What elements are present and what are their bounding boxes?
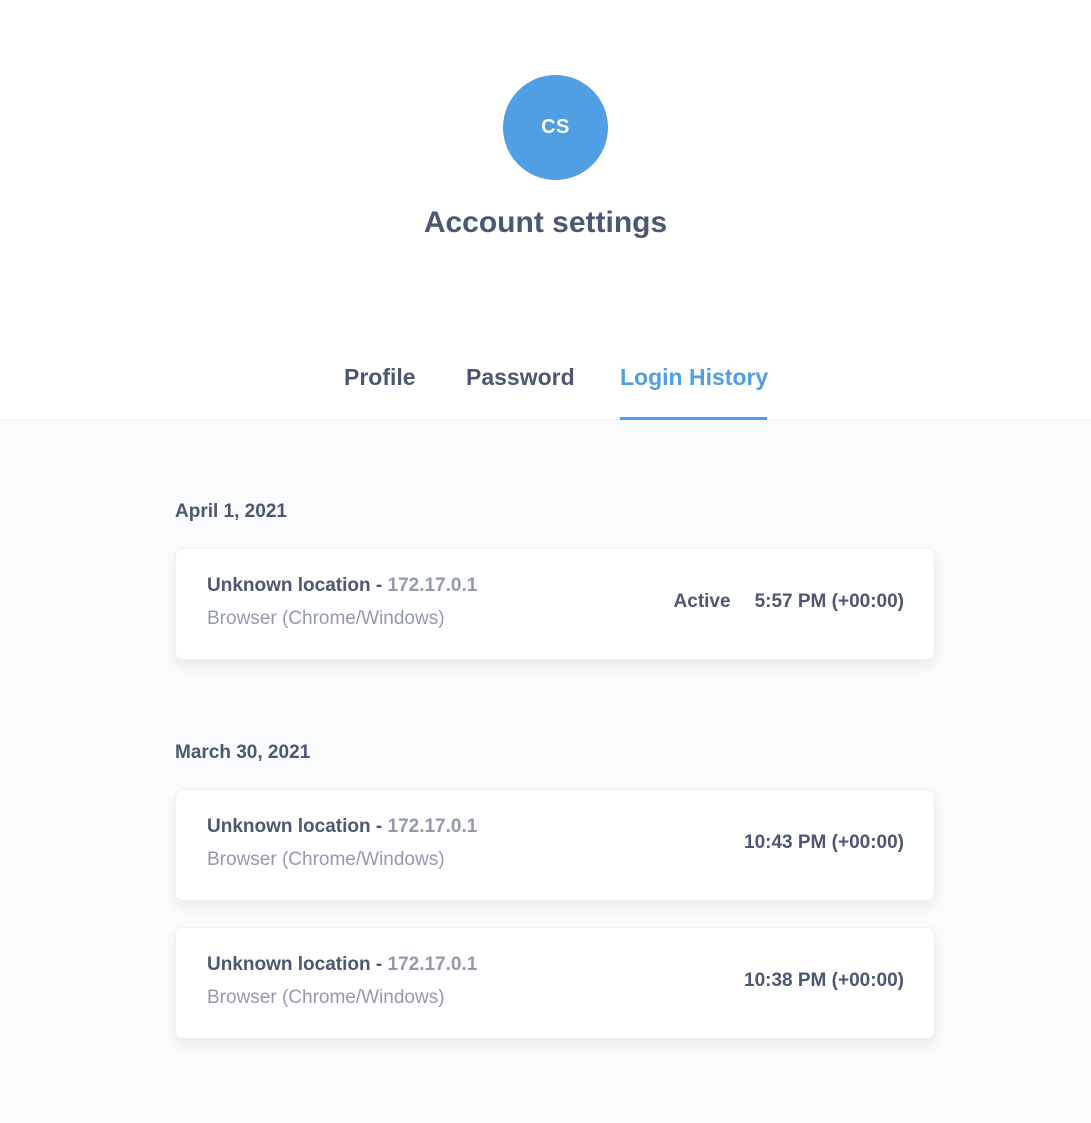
tab-profile[interactable]: Profile xyxy=(344,360,416,420)
page-title: Account settings xyxy=(423,206,668,239)
ip-address: 172.17.0.1 xyxy=(387,575,478,596)
location-text: Unknown location xyxy=(207,816,371,837)
location-separator: - xyxy=(370,816,388,837)
date-heading: March 30, 2021 xyxy=(175,742,311,763)
ip-address: 172.17.0.1 xyxy=(387,954,478,975)
login-history-card: Unknown location - 172.17.0.1 Browser (C… xyxy=(175,789,935,901)
session-status: Active xyxy=(673,591,731,612)
location-separator: - xyxy=(370,954,388,975)
date-heading: April 1, 2021 xyxy=(175,501,287,522)
settings-tabs: Profile Password Login History xyxy=(0,360,1091,420)
device-info: Browser (Chrome/Windows) xyxy=(207,608,445,629)
location-line: Unknown location - 172.17.0.1 xyxy=(207,573,477,599)
device-info: Browser (Chrome/Windows) xyxy=(207,987,445,1008)
avatar: CS xyxy=(503,75,608,180)
session-meta: Active 5:57 PM (+00:00) xyxy=(674,589,904,615)
login-history-card: Unknown location - 172.17.0.1 Browser (C… xyxy=(175,548,935,660)
location-line: Unknown location - 172.17.0.1 xyxy=(207,952,477,978)
session-meta: 10:43 PM (+00:00) xyxy=(744,830,904,856)
login-time: 10:38 PM (+00:00) xyxy=(744,970,904,991)
account-header: CS Account settings Profile Password Log… xyxy=(0,0,1091,420)
location-line: Unknown location - 172.17.0.1 xyxy=(207,814,477,840)
location-text: Unknown location xyxy=(207,954,371,975)
login-history-card: Unknown location - 172.17.0.1 Browser (C… xyxy=(175,927,935,1039)
tab-login-history[interactable]: Login History xyxy=(620,360,768,420)
login-time: 5:57 PM (+00:00) xyxy=(754,591,904,612)
device-info: Browser (Chrome/Windows) xyxy=(207,849,445,870)
login-time: 10:43 PM (+00:00) xyxy=(744,832,904,853)
location-separator: - xyxy=(370,575,388,596)
tab-password[interactable]: Password xyxy=(466,360,575,420)
ip-address: 172.17.0.1 xyxy=(387,816,478,837)
location-text: Unknown location xyxy=(207,575,371,596)
session-meta: 10:38 PM (+00:00) xyxy=(744,968,904,994)
